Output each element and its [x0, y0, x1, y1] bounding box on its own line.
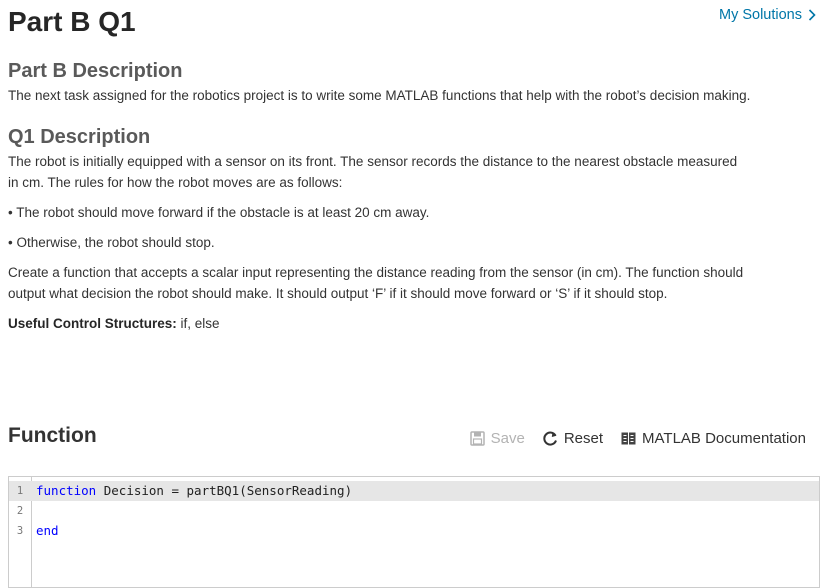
code-text: end: [31, 521, 59, 541]
q1-intro-line-1: The robot is initially equipped with a s…: [8, 154, 738, 169]
my-solutions-link[interactable]: My Solutions: [719, 7, 816, 23]
line-number: 3: [16, 525, 24, 537]
q1-description-heading: Q1 Description: [8, 126, 151, 148]
reset-icon: [543, 431, 557, 446]
save-button[interactable]: Save: [469, 430, 525, 447]
part-description-text: The next task assigned for the robotics …: [8, 88, 751, 103]
function-heading: Function: [8, 424, 97, 447]
code-editor[interactable]: 1 function Decision = partBQ1(SensorRead…: [8, 476, 820, 588]
editor-toolbar: Save Reset MATLAB Documentation: [469, 430, 806, 447]
code-line[interactable]: 3 end: [9, 521, 819, 541]
code-line[interactable]: 2: [9, 501, 819, 521]
task-line-1: Create a function that accepts a scalar …: [8, 265, 744, 280]
code-keyword: function: [36, 483, 97, 498]
useful-label: Useful Control Structures:: [8, 316, 177, 331]
book-icon: [621, 432, 636, 445]
rule-item-2: • Otherwise, the robot should stop.: [8, 235, 215, 250]
matlab-documentation-button[interactable]: MATLAB Documentation: [621, 430, 806, 447]
my-solutions-label: My Solutions: [718, 7, 802, 23]
useful-value: if, else: [176, 316, 220, 331]
code-line[interactable]: 1 function Decision = partBQ1(SensorRead…: [9, 481, 819, 501]
task-line-2: output what decision the robot should ma…: [8, 286, 668, 301]
rule-item-1: • The robot should move forward if the o…: [8, 205, 430, 220]
line-number: 2: [16, 505, 24, 517]
reset-button[interactable]: Reset: [543, 430, 603, 447]
code-text: function Decision = partBQ1(SensorReadin…: [31, 481, 352, 501]
code-rest: Decision = partBQ1(SensorReading): [96, 483, 353, 498]
q1-intro-line-2: in cm. The rules for how the robot moves…: [8, 175, 343, 190]
reset-label: Reset: [563, 430, 604, 447]
page-title: Part B Q1: [8, 6, 136, 37]
useful-control-structures: Useful Control Structures: if, else: [8, 313, 220, 335]
code-keyword: end: [36, 523, 59, 538]
part-description-heading: Part B Description: [8, 60, 183, 82]
matlab-documentation-label: MATLAB Documentation: [642, 430, 806, 447]
save-icon: [469, 431, 485, 446]
save-label: Save: [490, 430, 525, 447]
chevron-right-icon: [808, 9, 816, 21]
line-number: 1: [16, 485, 24, 497]
